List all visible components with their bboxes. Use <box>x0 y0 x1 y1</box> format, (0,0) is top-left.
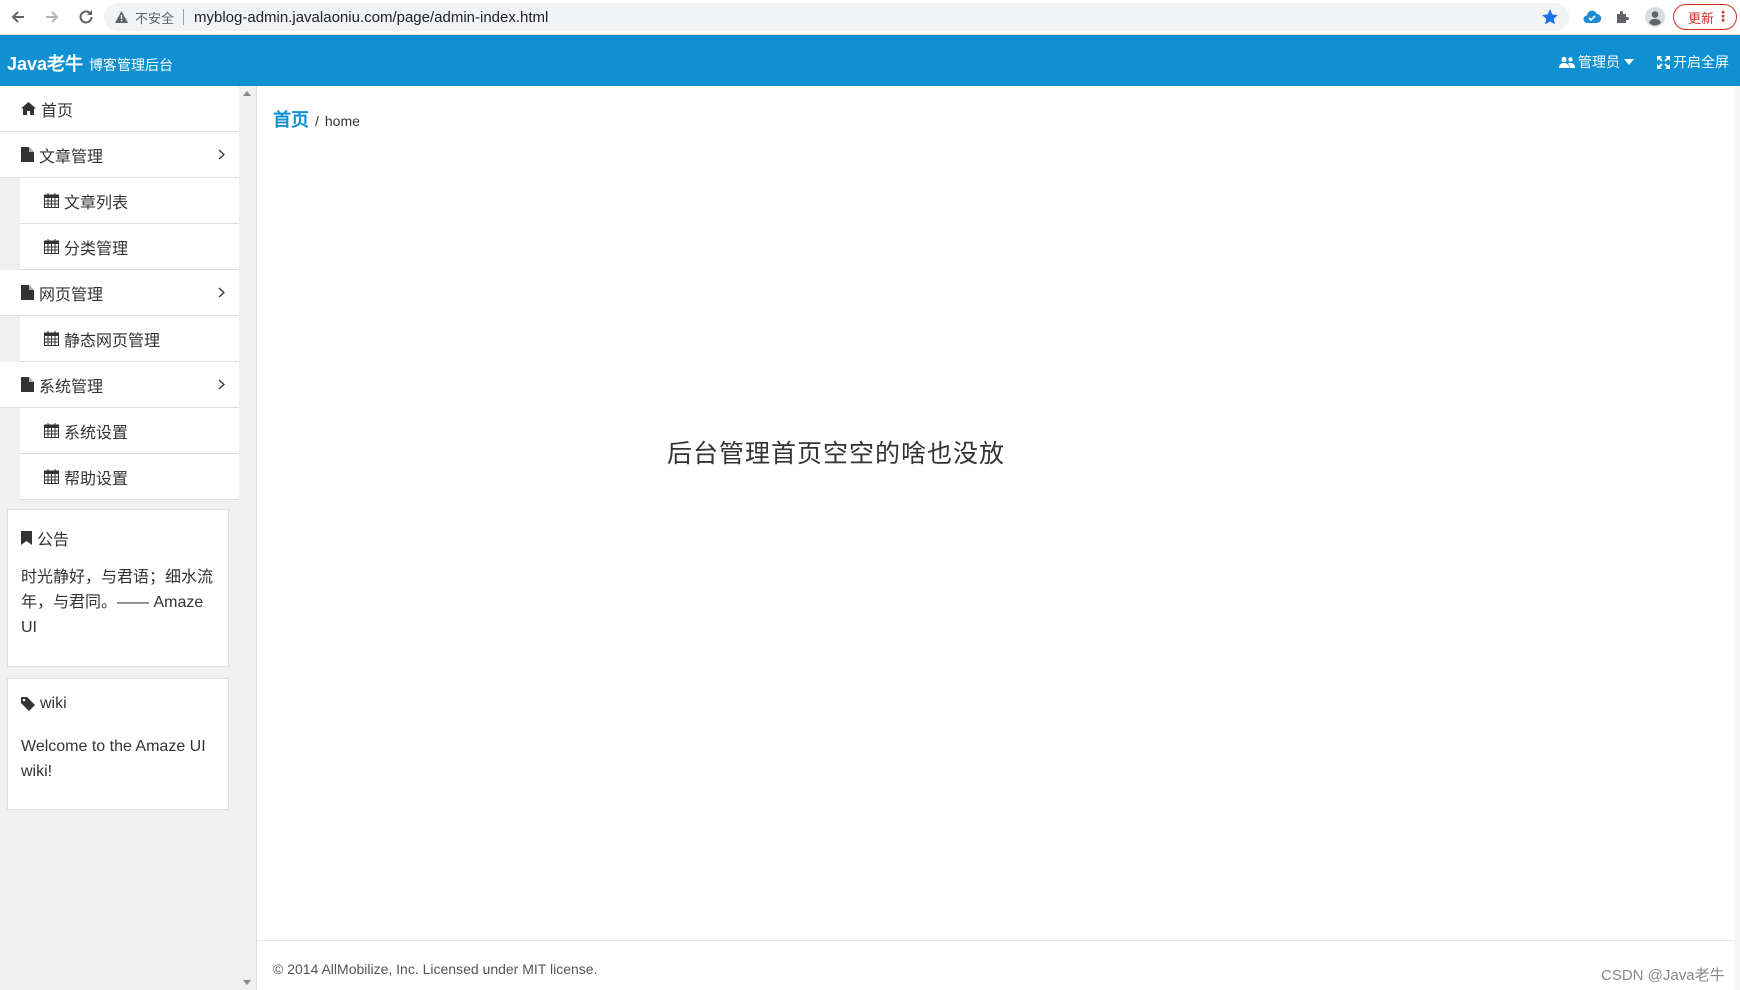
url-text[interactable]: myblog-admin.javalaoniu.com/page/admin-i… <box>194 9 548 26</box>
breadcrumb: 首页 / home <box>273 106 360 132</box>
omnibox-divider <box>183 9 185 25</box>
sidebar-item-label: 帮助设置 <box>64 470 129 488</box>
wiki-panel: wiki Welcome to the Amaze UI wiki! <box>7 678 229 810</box>
home-icon <box>21 102 36 115</box>
sidebar-scrollbar[interactable] <box>239 86 256 990</box>
notice-title-label: 公告 <box>37 532 70 549</box>
calendar-icon <box>44 331 59 346</box>
watermark: CSDN @Java老牛 <box>1601 967 1725 984</box>
main-scrollbar[interactable] <box>1735 86 1740 990</box>
browser-toolbar: 不安全 myblog-admin.javalaoniu.com/page/adm… <box>0 0 1740 35</box>
forward-arrow-icon <box>46 11 59 23</box>
breadcrumb-home-link[interactable]: 首页 <box>273 106 309 132</box>
sidebar-item-label: 文章列表 <box>64 194 129 212</box>
puzzle-icon <box>1617 11 1629 23</box>
security-indicator[interactable]: 不安全 <box>114 8 174 27</box>
breadcrumb-separator: / <box>315 113 319 129</box>
chevron-right-icon <box>218 379 225 390</box>
sidebar-item-static-pages[interactable]: 静态网页管理 <box>20 316 239 362</box>
security-label: 不安全 <box>135 10 175 26</box>
warning-icon <box>115 11 128 23</box>
main-content: 首页 / home 后台管理首页空空的啥也没放 © 2014 AllMobili… <box>257 86 1740 990</box>
back-button[interactable] <box>2 1 34 33</box>
cloud-extension-button[interactable] <box>1580 5 1604 29</box>
calendar-icon <box>44 193 59 208</box>
cloud-icon <box>1583 10 1601 24</box>
calendar-icon <box>44 239 59 254</box>
users-icon <box>1559 56 1575 68</box>
extensions-button[interactable] <box>1611 5 1635 29</box>
chevron-right-icon <box>218 287 225 298</box>
admin-label: 管理员 <box>1578 54 1620 70</box>
notice-panel: 公告 时光静好，与君语；细水流年，与君同。—— Amaze UI <box>7 509 229 667</box>
scroll-down-arrow-icon[interactable] <box>243 980 251 985</box>
update-button[interactable]: 更新 ⋮ <box>1673 4 1737 30</box>
brand[interactable]: Java老牛 博客管理后台 <box>7 50 173 76</box>
profile-button[interactable] <box>1643 5 1667 29</box>
file-icon <box>21 147 34 162</box>
sidebar-item-label: 文章管理 <box>39 148 104 166</box>
fullscreen-label: 开启全屏 <box>1673 54 1729 70</box>
address-bar[interactable]: 不安全 myblog-admin.javalaoniu.com/page/adm… <box>104 3 1569 31</box>
calendar-icon <box>44 423 59 438</box>
wiki-title: wiki <box>21 695 67 713</box>
notice-title: 公告 <box>21 526 69 550</box>
sidebar-item-category-management[interactable]: 分类管理 <box>20 224 239 270</box>
file-icon <box>21 285 34 300</box>
sidebar-item-article-list[interactable]: 文章列表 <box>20 178 239 224</box>
sidebar-menu: 首页 文章管理 文章列表 分类管理 网页管理 静态网页管理 系统管理 系统设置 … <box>0 86 239 500</box>
footer-copyright: © 2014 AllMobilize, Inc. Licensed under … <box>273 961 598 977</box>
file-icon <box>21 377 34 392</box>
caret-down-icon <box>1624 59 1634 65</box>
wiki-title-label: wiki <box>40 695 67 712</box>
sidebar: 首页 文章管理 文章列表 分类管理 网页管理 静态网页管理 系统管理 系统设置 … <box>0 86 257 990</box>
calendar-icon <box>44 469 59 484</box>
brand-subtitle: 博客管理后台 <box>89 57 174 73</box>
sidebar-item-label: 分类管理 <box>64 240 129 258</box>
footer: © 2014 AllMobilize, Inc. Licensed under … <box>257 940 1740 990</box>
sidebar-item-label: 网页管理 <box>39 286 104 304</box>
fullscreen-button[interactable]: 开启全屏 <box>1657 52 1729 72</box>
expand-icon <box>1657 55 1670 69</box>
star-icon <box>1542 9 1558 25</box>
sidebar-item-label: 首页 <box>41 102 74 120</box>
sidebar-item-label: 静态网页管理 <box>64 332 161 350</box>
update-label: 更新 <box>1688 10 1715 26</box>
sidebar-item-label: 系统设置 <box>64 424 129 442</box>
back-arrow-icon <box>11 11 24 23</box>
tag-icon <box>21 697 35 711</box>
brand-name: Java老牛 <box>7 54 84 74</box>
more-menu-icon[interactable]: ⋮ <box>1716 8 1730 24</box>
sidebar-item-page-management[interactable]: 网页管理 <box>0 270 239 316</box>
reload-icon <box>79 10 93 24</box>
wiki-text: Welcome to the Amaze UI wiki! <box>21 738 206 780</box>
sidebar-item-label: 系统管理 <box>39 378 104 396</box>
bookmark-star-button[interactable] <box>1541 8 1559 26</box>
bookmark-icon <box>21 531 32 545</box>
forward-button[interactable] <box>36 1 68 33</box>
breadcrumb-current: home <box>324 113 360 129</box>
sidebar-item-system-management[interactable]: 系统管理 <box>0 362 239 408</box>
admin-dropdown[interactable]: 管理员 <box>1559 52 1637 72</box>
scroll-up-arrow-icon[interactable] <box>243 91 251 96</box>
sidebar-item-home[interactable]: 首页 <box>0 86 239 132</box>
avatar-icon <box>1645 7 1665 27</box>
app-header: Java老牛 博客管理后台 管理员 开启全屏 <box>0 35 1740 86</box>
notice-text: 时光静好，与君语；细水流年，与君同。—— Amaze UI <box>21 569 214 636</box>
sidebar-item-article-management[interactable]: 文章管理 <box>0 132 239 178</box>
reload-button[interactable] <box>70 1 102 33</box>
empty-page-message: 后台管理首页空空的啥也没放 <box>667 439 1006 468</box>
chevron-right-icon <box>218 149 225 160</box>
sidebar-item-help-settings[interactable]: 帮助设置 <box>20 454 239 500</box>
sidebar-item-system-settings[interactable]: 系统设置 <box>20 408 239 454</box>
